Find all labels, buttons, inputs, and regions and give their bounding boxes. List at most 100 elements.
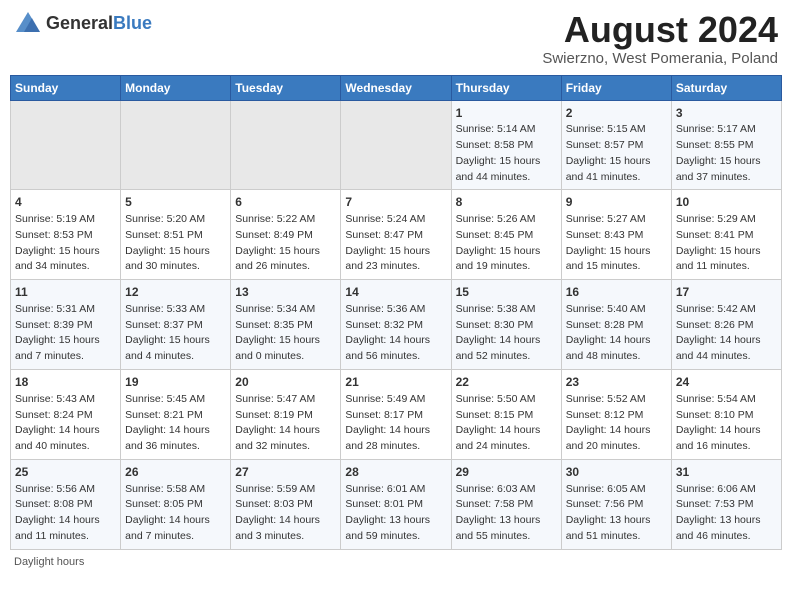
calendar-cell: 25Sunrise: 5:56 AMSunset: 8:08 PMDayligh… [11, 459, 121, 549]
day-number: 12 [125, 284, 226, 301]
day-number: 1 [456, 105, 557, 122]
day-info: Sunrise: 5:19 AMSunset: 8:53 PMDaylight:… [15, 212, 116, 275]
day-info: Sunrise: 5:34 AMSunset: 8:35 PMDaylight:… [235, 302, 336, 365]
calendar-cell: 4Sunrise: 5:19 AMSunset: 8:53 PMDaylight… [11, 190, 121, 280]
day-info: Sunrise: 5:59 AMSunset: 8:03 PMDaylight:… [235, 482, 336, 545]
weekday-header-tuesday: Tuesday [231, 75, 341, 100]
day-number: 29 [456, 464, 557, 481]
day-info: Sunrise: 6:03 AMSunset: 7:58 PMDaylight:… [456, 482, 557, 545]
day-number: 8 [456, 194, 557, 211]
calendar-cell: 18Sunrise: 5:43 AMSunset: 8:24 PMDayligh… [11, 369, 121, 459]
calendar-cell: 17Sunrise: 5:42 AMSunset: 8:26 PMDayligh… [671, 280, 781, 370]
calendar-cell: 6Sunrise: 5:22 AMSunset: 8:49 PMDaylight… [231, 190, 341, 280]
day-number: 20 [235, 374, 336, 391]
day-number: 21 [345, 374, 446, 391]
day-info: Sunrise: 5:31 AMSunset: 8:39 PMDaylight:… [15, 302, 116, 365]
calendar-footer: Daylight hours [10, 556, 782, 568]
day-number: 25 [15, 464, 116, 481]
calendar-cell: 29Sunrise: 6:03 AMSunset: 7:58 PMDayligh… [451, 459, 561, 549]
day-number: 17 [676, 284, 777, 301]
day-number: 23 [566, 374, 667, 391]
day-number: 18 [15, 374, 116, 391]
calendar-cell: 19Sunrise: 5:45 AMSunset: 8:21 PMDayligh… [121, 369, 231, 459]
calendar-cell [11, 100, 121, 190]
day-info: Sunrise: 5:38 AMSunset: 8:30 PMDaylight:… [456, 302, 557, 365]
day-info: Sunrise: 5:43 AMSunset: 8:24 PMDaylight:… [15, 392, 116, 455]
day-number: 7 [345, 194, 446, 211]
day-info: Sunrise: 6:01 AMSunset: 8:01 PMDaylight:… [345, 482, 446, 545]
day-number: 31 [676, 464, 777, 481]
day-number: 27 [235, 464, 336, 481]
day-number: 4 [15, 194, 116, 211]
location-subtitle: Swierzno, West Pomerania, Poland [542, 50, 778, 67]
day-number: 3 [676, 105, 777, 122]
calendar-week-row: 4Sunrise: 5:19 AMSunset: 8:53 PMDaylight… [11, 190, 782, 280]
day-number: 5 [125, 194, 226, 211]
calendar-week-row: 1Sunrise: 5:14 AMSunset: 8:58 PMDaylight… [11, 100, 782, 190]
page-header: GeneralBlue August 2024 Swierzno, West P… [10, 10, 782, 67]
calendar-cell [341, 100, 451, 190]
day-number: 19 [125, 374, 226, 391]
day-number: 26 [125, 464, 226, 481]
calendar-cell: 22Sunrise: 5:50 AMSunset: 8:15 PMDayligh… [451, 369, 561, 459]
weekday-header-thursday: Thursday [451, 75, 561, 100]
calendar-cell: 26Sunrise: 5:58 AMSunset: 8:05 PMDayligh… [121, 459, 231, 549]
calendar-cell: 7Sunrise: 5:24 AMSunset: 8:47 PMDaylight… [341, 190, 451, 280]
calendar-cell: 2Sunrise: 5:15 AMSunset: 8:57 PMDaylight… [561, 100, 671, 190]
logo-general: GeneralBlue [46, 14, 152, 34]
day-info: Sunrise: 5:17 AMSunset: 8:55 PMDaylight:… [676, 122, 777, 185]
day-number: 2 [566, 105, 667, 122]
calendar-cell: 13Sunrise: 5:34 AMSunset: 8:35 PMDayligh… [231, 280, 341, 370]
day-info: Sunrise: 5:50 AMSunset: 8:15 PMDaylight:… [456, 392, 557, 455]
day-info: Sunrise: 5:56 AMSunset: 8:08 PMDaylight:… [15, 482, 116, 545]
day-info: Sunrise: 5:40 AMSunset: 8:28 PMDaylight:… [566, 302, 667, 365]
weekday-header-sunday: Sunday [11, 75, 121, 100]
calendar-cell: 12Sunrise: 5:33 AMSunset: 8:37 PMDayligh… [121, 280, 231, 370]
weekday-header-saturday: Saturday [671, 75, 781, 100]
day-info: Sunrise: 5:27 AMSunset: 8:43 PMDaylight:… [566, 212, 667, 275]
weekday-header-friday: Friday [561, 75, 671, 100]
day-info: Sunrise: 5:45 AMSunset: 8:21 PMDaylight:… [125, 392, 226, 455]
calendar-cell: 30Sunrise: 6:05 AMSunset: 7:56 PMDayligh… [561, 459, 671, 549]
calendar-week-row: 18Sunrise: 5:43 AMSunset: 8:24 PMDayligh… [11, 369, 782, 459]
calendar-header: SundayMondayTuesdayWednesdayThursdayFrid… [11, 75, 782, 100]
calendar-cell: 31Sunrise: 6:06 AMSunset: 7:53 PMDayligh… [671, 459, 781, 549]
calendar-cell: 24Sunrise: 5:54 AMSunset: 8:10 PMDayligh… [671, 369, 781, 459]
day-number: 16 [566, 284, 667, 301]
calendar-cell: 8Sunrise: 5:26 AMSunset: 8:45 PMDaylight… [451, 190, 561, 280]
day-number: 10 [676, 194, 777, 211]
calendar-cell: 10Sunrise: 5:29 AMSunset: 8:41 PMDayligh… [671, 190, 781, 280]
day-info: Sunrise: 5:36 AMSunset: 8:32 PMDaylight:… [345, 302, 446, 365]
calendar-body: 1Sunrise: 5:14 AMSunset: 8:58 PMDaylight… [11, 100, 782, 549]
calendar-cell: 27Sunrise: 5:59 AMSunset: 8:03 PMDayligh… [231, 459, 341, 549]
day-info: Sunrise: 5:52 AMSunset: 8:12 PMDaylight:… [566, 392, 667, 455]
calendar-cell: 5Sunrise: 5:20 AMSunset: 8:51 PMDaylight… [121, 190, 231, 280]
calendar-cell: 15Sunrise: 5:38 AMSunset: 8:30 PMDayligh… [451, 280, 561, 370]
calendar-cell: 21Sunrise: 5:49 AMSunset: 8:17 PMDayligh… [341, 369, 451, 459]
day-number: 6 [235, 194, 336, 211]
day-info: Sunrise: 5:22 AMSunset: 8:49 PMDaylight:… [235, 212, 336, 275]
day-info: Sunrise: 5:15 AMSunset: 8:57 PMDaylight:… [566, 122, 667, 185]
day-info: Sunrise: 5:33 AMSunset: 8:37 PMDaylight:… [125, 302, 226, 365]
calendar-cell: 3Sunrise: 5:17 AMSunset: 8:55 PMDaylight… [671, 100, 781, 190]
day-info: Sunrise: 5:42 AMSunset: 8:26 PMDaylight:… [676, 302, 777, 365]
day-info: Sunrise: 5:54 AMSunset: 8:10 PMDaylight:… [676, 392, 777, 455]
weekday-header-wednesday: Wednesday [341, 75, 451, 100]
calendar-week-row: 11Sunrise: 5:31 AMSunset: 8:39 PMDayligh… [11, 280, 782, 370]
day-number: 28 [345, 464, 446, 481]
calendar-week-row: 25Sunrise: 5:56 AMSunset: 8:08 PMDayligh… [11, 459, 782, 549]
calendar-cell: 1Sunrise: 5:14 AMSunset: 8:58 PMDaylight… [451, 100, 561, 190]
day-info: Sunrise: 6:05 AMSunset: 7:56 PMDaylight:… [566, 482, 667, 545]
day-info: Sunrise: 6:06 AMSunset: 7:53 PMDaylight:… [676, 482, 777, 545]
calendar-cell: 14Sunrise: 5:36 AMSunset: 8:32 PMDayligh… [341, 280, 451, 370]
logo-icon [14, 10, 42, 38]
day-info: Sunrise: 5:58 AMSunset: 8:05 PMDaylight:… [125, 482, 226, 545]
weekday-header-monday: Monday [121, 75, 231, 100]
calendar-cell: 9Sunrise: 5:27 AMSunset: 8:43 PMDaylight… [561, 190, 671, 280]
day-info: Sunrise: 5:20 AMSunset: 8:51 PMDaylight:… [125, 212, 226, 275]
calendar-cell: 23Sunrise: 5:52 AMSunset: 8:12 PMDayligh… [561, 369, 671, 459]
logo: GeneralBlue [14, 10, 152, 38]
day-info: Sunrise: 5:29 AMSunset: 8:41 PMDaylight:… [676, 212, 777, 275]
day-info: Sunrise: 5:49 AMSunset: 8:17 PMDaylight:… [345, 392, 446, 455]
calendar-cell [121, 100, 231, 190]
